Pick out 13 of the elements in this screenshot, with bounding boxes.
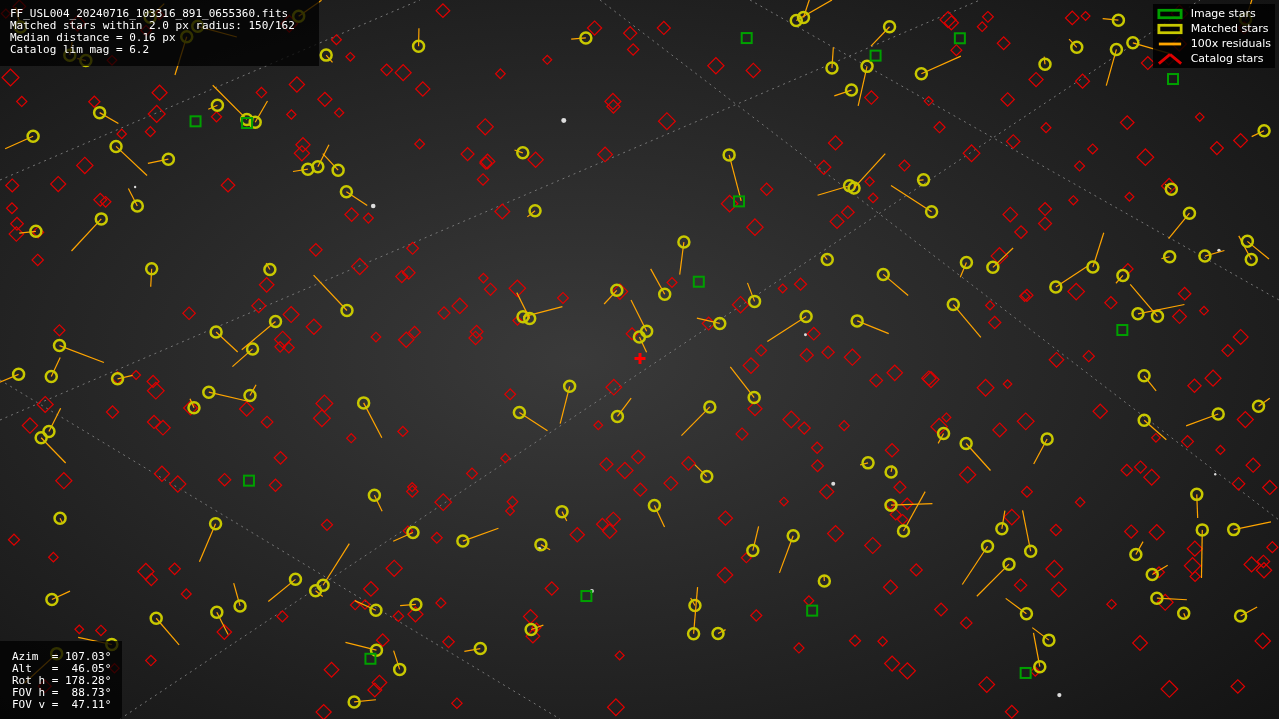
pointing-text: Rot h = 178.28° — [12, 675, 110, 687]
info-text: Matched stars within 2.0 px radius: 150/162 — [10, 20, 296, 32]
legend-label: 100x residuals — [1190, 37, 1271, 50]
pointing-text: FOV v = 47.11° — [12, 699, 110, 711]
pointing-text: Alt = 46.05° — [12, 663, 110, 675]
legend-label: Image stars — [1190, 7, 1256, 20]
info-text: Median distance = 0.16 px — [10, 32, 177, 44]
info-text: Catalog lim mag = 6.2 — [10, 44, 151, 56]
info-text: FF_USL004_20240716_103316_891_0655360.fits — [10, 8, 290, 20]
legend-label: Catalog stars — [1190, 52, 1264, 65]
legend-label: Matched stars — [1190, 22, 1269, 35]
pointing-text: Azim = 107.03° — [12, 651, 110, 663]
pointing-text: FOV h = 88.73° — [12, 687, 110, 699]
